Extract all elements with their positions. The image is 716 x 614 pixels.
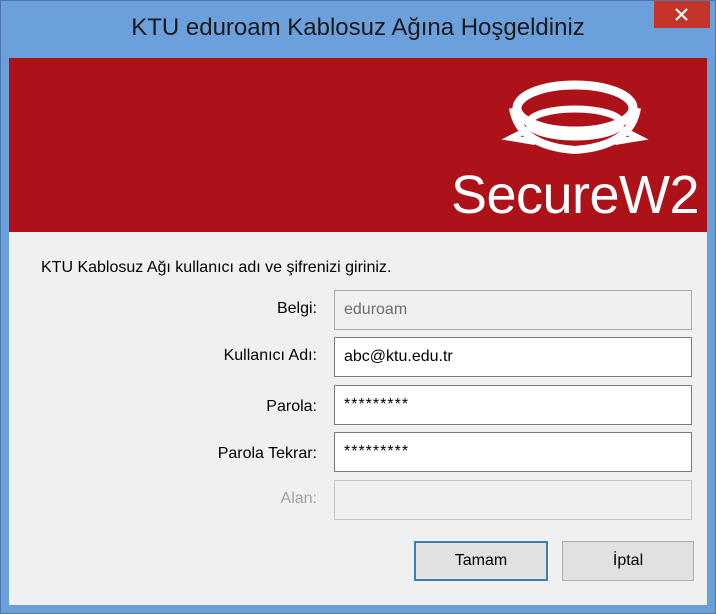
window-title: KTU eduroam Kablosuz Ağına Hoşgeldiniz [131,14,585,41]
username-label: Kullanıcı Adı: [223,347,317,364]
username-field[interactable] [334,337,692,377]
logo-wordmark: SecureW2 [450,165,700,225]
securew2-logo-emblem-icon [501,80,649,155]
cancel-button[interactable]: İptal [562,541,694,581]
login-dialog-window: KTU eduroam Kablosuz Ağına Hoşgeldiniz S… [0,0,716,614]
password-confirm-field[interactable] [334,432,692,472]
instruction-text: KTU Kablosuz Ağı kullanıcı adı ve şifren… [41,259,392,276]
securew2-banner: SecureW2 [9,58,707,232]
close-button[interactable] [654,1,710,28]
ok-button[interactable]: Tamam [414,541,548,581]
domain-field[interactable] [334,480,692,520]
belgi-field[interactable] [334,290,692,330]
belgi-label: Belgi: [276,300,317,317]
title-bar[interactable]: KTU eduroam Kablosuz Ağına Hoşgeldiniz [1,1,715,58]
domain-label: Alan: [280,490,317,507]
password-confirm-label: Parola Tekrar: [217,445,317,462]
password-field[interactable] [334,385,692,425]
close-icon [675,8,688,21]
password-label: Parola: [266,398,317,415]
securew2-logo: SecureW2 [449,68,701,228]
